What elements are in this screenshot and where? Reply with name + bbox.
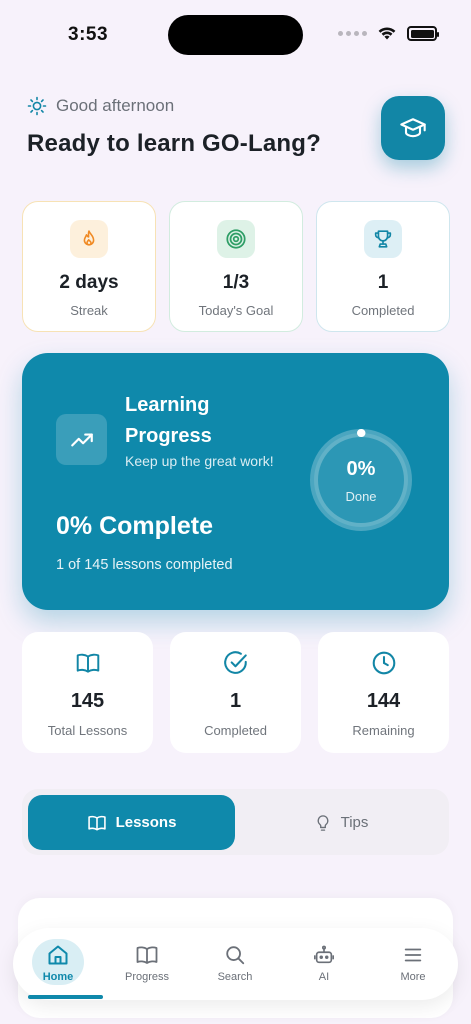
status-icons bbox=[338, 26, 439, 41]
goal-icon-box bbox=[217, 220, 255, 258]
home-icon bbox=[48, 945, 68, 965]
streak-icon-box bbox=[70, 220, 108, 258]
progress-subtitle: Keep up the great work! bbox=[125, 453, 274, 469]
streak-card[interactable]: 2 days Streak bbox=[22, 201, 156, 332]
completed-lessons-card[interactable]: 1 Completed bbox=[170, 632, 301, 753]
tab-home[interactable]: Home bbox=[23, 939, 93, 985]
tips-tab[interactable]: Tips bbox=[239, 795, 443, 850]
remaining-lessons-value: 144 bbox=[366, 690, 401, 712]
completed-lessons-label: Completed bbox=[204, 723, 267, 738]
tab-progress[interactable]: Progress bbox=[112, 942, 182, 983]
total-lessons-value: 145 bbox=[70, 690, 105, 712]
check-circle-icon bbox=[223, 651, 247, 674]
book-icon bbox=[87, 815, 106, 830]
tab-more-label: More bbox=[400, 971, 426, 983]
completed-label: Completed bbox=[351, 303, 415, 318]
progress-percent: 0% Complete bbox=[56, 512, 213, 540]
battery-icon bbox=[407, 26, 439, 41]
goal-value: 1/3 bbox=[222, 272, 250, 293]
target-icon bbox=[226, 229, 246, 249]
cellular-signal-icon bbox=[338, 31, 367, 36]
tab-home-label: Home bbox=[42, 971, 74, 983]
lessons-tab-label: Lessons bbox=[115, 814, 177, 831]
total-lessons-card[interactable]: 145 Total Lessons bbox=[22, 632, 153, 753]
total-lessons-label: Total Lessons bbox=[47, 723, 128, 738]
trend-icon-box bbox=[56, 414, 107, 465]
greeting-row: Good afternoon bbox=[27, 96, 174, 116]
tab-search-label: Search bbox=[217, 971, 253, 983]
tab-ai[interactable]: AI bbox=[289, 942, 359, 983]
remaining-lessons-card[interactable]: 144 Remaining bbox=[318, 632, 449, 753]
lightbulb-icon bbox=[317, 814, 328, 831]
completed-value: 1 bbox=[377, 272, 389, 293]
trending-up-icon bbox=[70, 433, 93, 446]
content-segment-control: Lessons Tips bbox=[22, 789, 449, 855]
progress-title: Learning Progress bbox=[125, 394, 212, 447]
learning-progress-card[interactable]: Learning Progress Keep up the great work… bbox=[22, 353, 449, 610]
completed-lessons-value: 1 bbox=[229, 690, 242, 712]
clock-icon bbox=[372, 651, 395, 675]
tab-more[interactable]: More bbox=[378, 942, 448, 983]
graduation-cap-icon bbox=[400, 118, 426, 138]
goal-card[interactable]: 1/3 Today's Goal bbox=[169, 201, 303, 332]
status-bar: 3:53 bbox=[0, 0, 471, 70]
courses-button[interactable] bbox=[381, 96, 445, 160]
goal-label: Today's Goal bbox=[198, 303, 274, 318]
progress-count: 1 of 145 lessons completed bbox=[56, 557, 233, 573]
robot-icon bbox=[314, 945, 334, 964]
remaining-lessons-label: Remaining bbox=[352, 723, 415, 738]
tab-progress-label: Progress bbox=[124, 971, 170, 983]
page-title: Ready to learn GO-Lang? bbox=[27, 130, 321, 157]
streak-label: Streak bbox=[70, 303, 108, 318]
menu-icon bbox=[404, 948, 422, 962]
sun-icon bbox=[27, 96, 47, 116]
completed-icon-box bbox=[364, 220, 402, 258]
greeting-text: Good afternoon bbox=[56, 96, 175, 115]
tips-tab-label: Tips bbox=[340, 814, 369, 831]
lessons-tab[interactable]: Lessons bbox=[28, 795, 235, 850]
ring-value: 0% bbox=[346, 458, 376, 480]
completed-card[interactable]: 1 Completed bbox=[316, 201, 450, 332]
search-icon bbox=[226, 946, 245, 965]
dynamic-island bbox=[168, 15, 303, 55]
progress-ring: 0% Done bbox=[307, 426, 415, 534]
tab-search[interactable]: Search bbox=[200, 942, 270, 983]
book-icon bbox=[76, 653, 99, 673]
tab-ai-label: AI bbox=[318, 971, 330, 983]
streak-value: 2 days bbox=[59, 272, 119, 293]
ring-label: Done bbox=[345, 489, 377, 504]
status-time: 3:53 bbox=[68, 24, 109, 45]
flame-icon bbox=[83, 230, 95, 246]
active-tab-underline bbox=[28, 995, 103, 999]
bottom-tab-bar: Home Progress Search AI More bbox=[13, 928, 458, 1000]
trophy-icon bbox=[374, 230, 392, 248]
wifi-icon bbox=[378, 27, 396, 40]
book-icon bbox=[136, 946, 158, 964]
